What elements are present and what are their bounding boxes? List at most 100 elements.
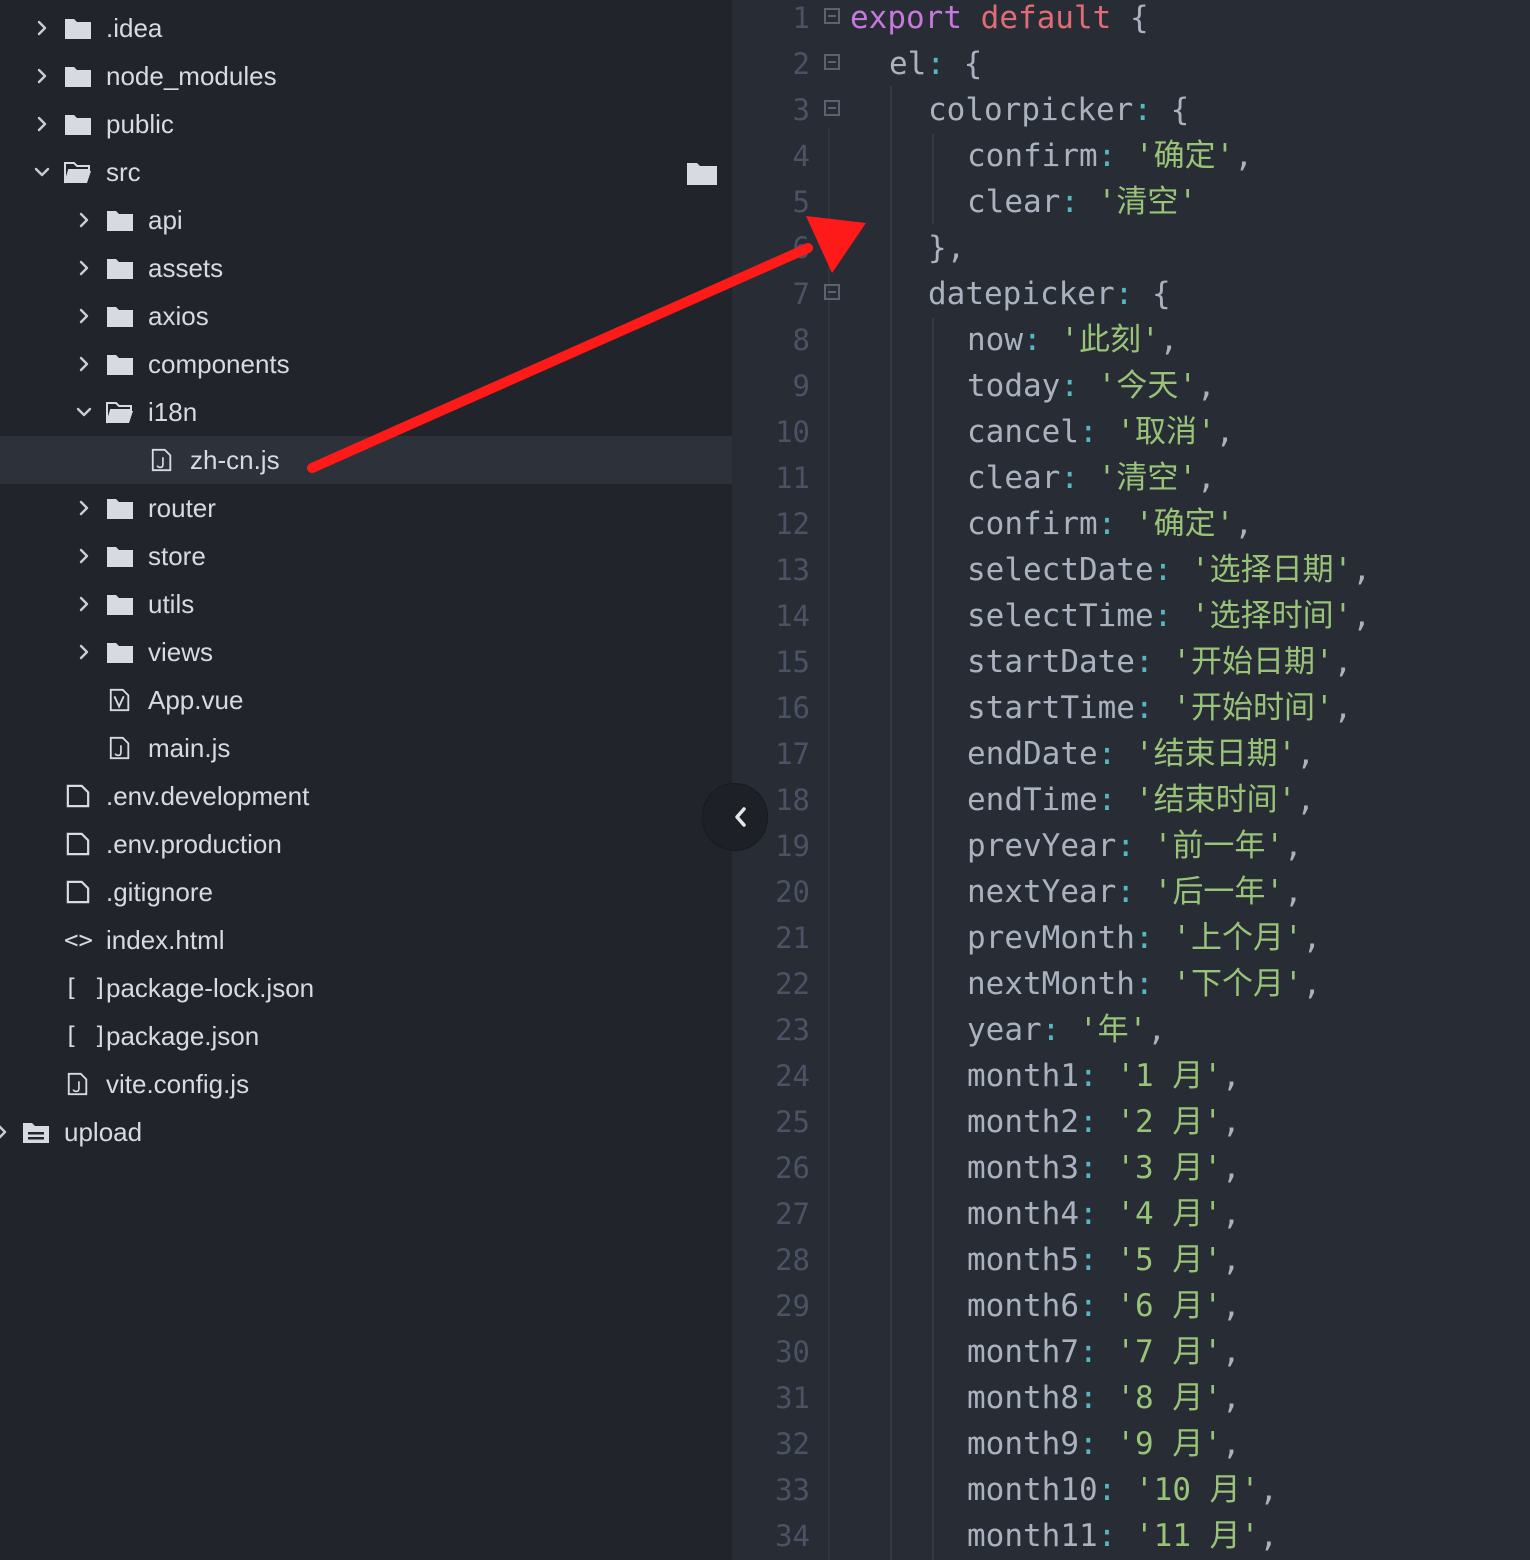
code-line[interactable]: 20 nextYear: '后一年',: [732, 874, 1530, 920]
code-line[interactable]: 23 year: '年',: [732, 1012, 1530, 1058]
code-line[interactable]: 1 export default {: [732, 0, 1530, 46]
code-line[interactable]: 28 month5: '5 月',: [732, 1242, 1530, 1288]
code-token: ,: [1159, 322, 1179, 358]
code-text: colorpicker: {: [928, 92, 1189, 128]
code-line[interactable]: 16 startTime: '开始时间',: [732, 690, 1530, 736]
code-line[interactable]: 4 confirm: '确定',: [732, 138, 1530, 184]
string-token: '今天': [1097, 368, 1197, 404]
code-line[interactable]: 25 month2: '2 月',: [732, 1104, 1530, 1150]
tree-item-public[interactable]: public: [0, 100, 732, 148]
tree-item-package-lock-json[interactable]: [ ] package-lock.json: [0, 964, 732, 1012]
sidebar-collapse-button[interactable]: [702, 783, 768, 851]
tree-item-vite-config-js[interactable]: vite.config.js: [0, 1060, 732, 1108]
chevron-down-icon[interactable]: [76, 404, 92, 420]
chevron-down-icon[interactable]: [34, 164, 50, 180]
tree-item-gitignore[interactable]: .gitignore: [0, 868, 732, 916]
tree-item-axios[interactable]: axios: [0, 292, 732, 340]
chevron-right-icon[interactable]: [34, 68, 50, 84]
code-line[interactable]: 30 month7: '7 月',: [732, 1334, 1530, 1380]
tree-item-label: axios: [148, 301, 209, 331]
line-number: 6: [792, 231, 810, 265]
code-line[interactable]: 31 month8: '8 月',: [732, 1380, 1530, 1426]
code-line[interactable]: 22 nextMonth: '下个月',: [732, 966, 1530, 1012]
code-token: :: [1078, 1380, 1098, 1416]
code-line[interactable]: 21 prevMonth: '上个月',: [732, 920, 1530, 966]
code-line[interactable]: 26 month3: '3 月',: [732, 1150, 1530, 1196]
code-line[interactable]: 14 selectTime: '选择时间',: [732, 598, 1530, 644]
code-token: nextYear: [967, 874, 1117, 910]
code-line[interactable]: 5 clear: '清空': [732, 184, 1530, 230]
code-line[interactable]: 13 selectDate: '选择日期',: [732, 552, 1530, 598]
code-line[interactable]: 27 month4: '4 月',: [732, 1196, 1530, 1242]
tree-item-env-development[interactable]: .env.development: [0, 772, 732, 820]
chevron-right-icon[interactable]: [76, 212, 92, 228]
code-line[interactable]: 9 today: '今天',: [732, 368, 1530, 414]
code-line[interactable]: 18 endTime: '结束时间',: [732, 782, 1530, 828]
tree-item-utils[interactable]: utils: [0, 580, 732, 628]
code-line[interactable]: 7 datepicker: {: [732, 276, 1530, 322]
chevron-right-icon[interactable]: [76, 548, 92, 564]
tree-item-upload[interactable]: upload: [0, 1108, 732, 1156]
chevron-right-icon[interactable]: [76, 308, 92, 324]
tree-item-src[interactable]: src: [0, 148, 732, 196]
tree-item-idea[interactable]: .idea: [0, 4, 732, 52]
code-line[interactable]: 10 cancel: '取消',: [732, 414, 1530, 460]
string-token: '选择日期': [1190, 552, 1353, 588]
code-line[interactable]: 34 month11: '11 月',: [732, 1518, 1530, 1560]
code-line[interactable]: 24 month1: '1 月',: [732, 1058, 1530, 1104]
string-token: '后一年': [1153, 874, 1284, 910]
tree-item-label: .env.development: [106, 781, 310, 811]
code-line[interactable]: 29 month6: '6 月',: [732, 1288, 1530, 1334]
code-line[interactable]: 12 confirm: '确定',: [732, 506, 1530, 552]
code-line[interactable]: 33 month10: '10 月',: [732, 1472, 1530, 1518]
tree-item-router[interactable]: router: [0, 484, 732, 532]
tree-item-zh-cn-js[interactable]: zh-cn.js: [0, 436, 732, 484]
chevron-right-icon[interactable]: [76, 596, 92, 612]
chevron-right-icon[interactable]: [34, 20, 50, 36]
chevron-right-icon[interactable]: [0, 1124, 10, 1140]
fold-toggle-icon[interactable]: [824, 54, 840, 70]
chevron-right-icon[interactable]: [76, 500, 92, 516]
tree-item-store[interactable]: store: [0, 532, 732, 580]
code-text: month6: '6 月',: [967, 1288, 1241, 1324]
code-line[interactable]: 17 endDate: '结束日期',: [732, 736, 1530, 782]
code-line[interactable]: 32 month9: '9 月',: [732, 1426, 1530, 1472]
tree-item-index-html[interactable]: <> index.html: [0, 916, 732, 964]
code-line[interactable]: 11 clear: '清空',: [732, 460, 1530, 506]
chevron-right-icon[interactable]: [76, 260, 92, 276]
tree-item-main-js[interactable]: main.js: [0, 724, 732, 772]
new-folder-icon[interactable]: [686, 160, 718, 186]
chevron-right-icon[interactable]: [34, 116, 50, 132]
tree-item-env-production[interactable]: .env.production: [0, 820, 732, 868]
tree-item-api[interactable]: api: [0, 196, 732, 244]
tree-item-node-modules[interactable]: node_modules: [0, 52, 732, 100]
code-editor[interactable]: 1 export default {2 el: {3 colorpicker: {4 c…: [732, 0, 1530, 1560]
tree-item-components[interactable]: components: [0, 340, 732, 388]
fold-toggle-icon[interactable]: [824, 284, 840, 300]
code-line[interactable]: 19 prevYear: '前一年',: [732, 828, 1530, 874]
code-token: :: [1153, 552, 1173, 588]
code-token: :: [1060, 368, 1079, 404]
tree-item-views[interactable]: views: [0, 628, 732, 676]
string-token: '上个月': [1172, 920, 1303, 956]
tree-item-assets[interactable]: assets: [0, 244, 732, 292]
fold-toggle-icon[interactable]: [824, 100, 840, 116]
tree-item-package-json[interactable]: [ ] package.json: [0, 1012, 732, 1060]
code-line[interactable]: 3 colorpicker: {: [732, 92, 1530, 138]
tree-item-i18n[interactable]: i18n: [0, 388, 732, 436]
string-token: '7 月': [1116, 1334, 1222, 1370]
code-line[interactable]: 15 startDate: '开始日期',: [732, 644, 1530, 690]
chevron-right-icon[interactable]: [76, 356, 92, 372]
code-line[interactable]: 2 el: {: [732, 46, 1530, 92]
chevron-right-icon[interactable]: [76, 644, 92, 660]
code-text: month7: '7 月',: [967, 1334, 1241, 1370]
code-line[interactable]: 8 now: '此刻',: [732, 322, 1530, 368]
fold-toggle-icon[interactable]: [824, 8, 840, 24]
tree-item-app-vue[interactable]: App.vue: [0, 676, 732, 724]
code-line[interactable]: 6},: [732, 230, 1530, 276]
code-token: ,: [1234, 138, 1253, 174]
